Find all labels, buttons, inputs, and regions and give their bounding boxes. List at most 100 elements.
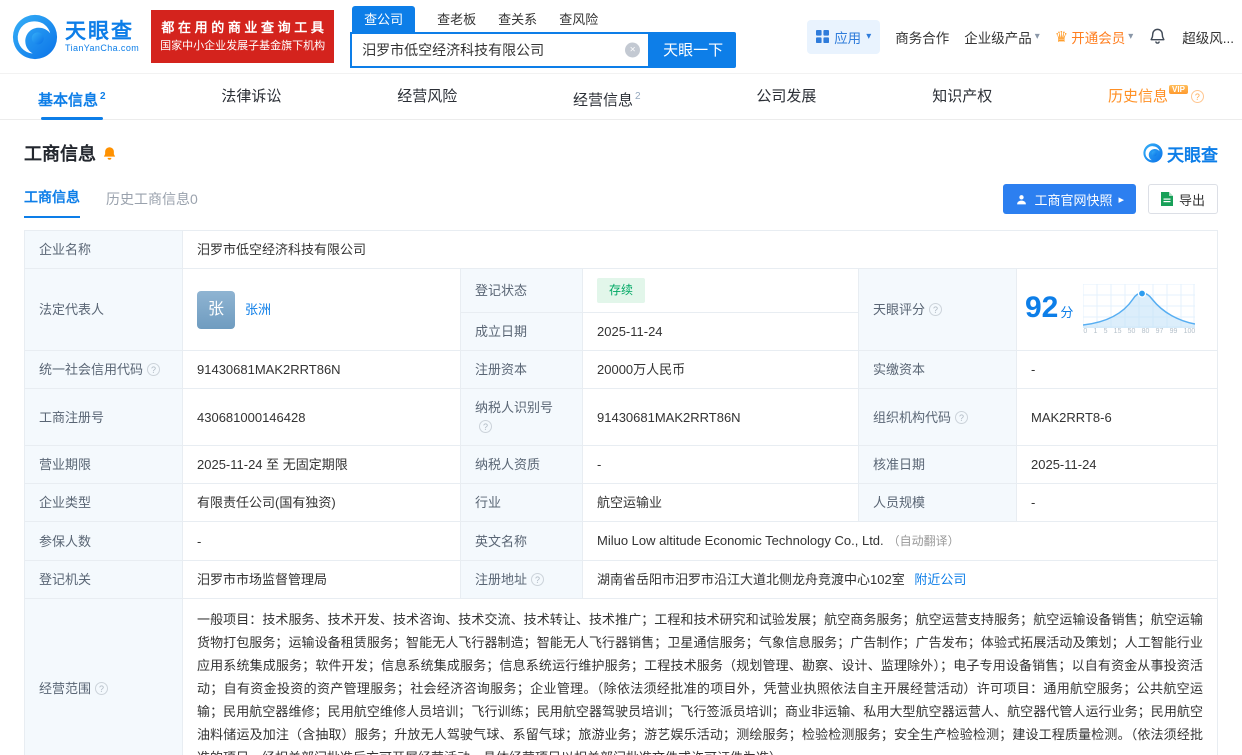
help-icon[interactable]: ? bbox=[147, 363, 161, 376]
company-name-label: 企业名称 bbox=[24, 230, 183, 269]
header-nav: 应用 ▾ 商务合作 企业级产品 ▾ ♛ 开通会员 ▾ 超级风... bbox=[807, 19, 1234, 54]
search-tab-company[interactable]: 查公司 bbox=[352, 5, 416, 32]
legal-rep-cell: 张 张洲 bbox=[182, 268, 461, 351]
clear-search-icon[interactable]: × bbox=[625, 42, 641, 57]
table-row: 营业期限 2025-11-24 至 无固定期限 纳税人资质 - 核准日期 202… bbox=[24, 445, 1218, 484]
tab-legal-litigation[interactable]: 法律诉讼 bbox=[221, 74, 281, 119]
table-row: 企业名称 汨罗市低空经济科技有限公司 bbox=[24, 230, 1218, 269]
tab-basic-info-label: 基本信息 bbox=[38, 92, 99, 109]
table-row: 企业类型 有限责任公司(国有独资) 行业 航空运输业 人员规模 - bbox=[24, 483, 1218, 522]
approval-date-value: 2025-11-24 bbox=[1016, 445, 1218, 484]
official-snapshot-button[interactable]: 工商官网快照 ▸ bbox=[1003, 184, 1136, 214]
promo-banner: 都 在 用 的 商 业 查 询 工 具 国家中小企业发展子基金旗下机构 bbox=[151, 9, 335, 64]
tab-company-development-label: 公司发展 bbox=[756, 88, 817, 105]
address-label: 注册地址? bbox=[460, 560, 583, 599]
announcement-bell-icon[interactable] bbox=[102, 146, 117, 161]
nav-super-risk[interactable]: 超级风... bbox=[1182, 27, 1234, 47]
status-badge: 存续 bbox=[597, 278, 646, 303]
top-header: 天眼查 TianYanCha.com 都 在 用 的 商 业 查 询 工 具 国… bbox=[0, 0, 1242, 74]
scope-label: 经营范围? bbox=[24, 598, 183, 755]
nearby-companies-link[interactable]: 附近公司 bbox=[914, 572, 966, 587]
tab-count-badge: 2 bbox=[635, 91, 641, 102]
search-tab-risk[interactable]: 查风险 bbox=[559, 6, 598, 32]
help-icon[interactable]: ? bbox=[1190, 90, 1204, 103]
logo-title: 天眼查 bbox=[65, 19, 134, 43]
score-unit: 分 bbox=[1060, 304, 1074, 320]
en-name-value: Miluo Low altitude Economic Technology C… bbox=[597, 533, 884, 548]
nav-apps[interactable]: 应用 ▾ bbox=[807, 19, 881, 54]
help-icon[interactable]: ? bbox=[95, 682, 109, 695]
tab-operation-info[interactable]: 经营信息 2 bbox=[573, 74, 641, 119]
industry-value: 航空运输业 bbox=[582, 483, 859, 522]
legal-rep-label: 法定代表人 bbox=[24, 268, 183, 351]
reg-authority-label: 登记机关 bbox=[24, 560, 183, 599]
insured-label: 参保人数 bbox=[24, 521, 183, 561]
tab-legal-litigation-label: 法律诉讼 bbox=[221, 88, 282, 105]
staff-size-value: - bbox=[1016, 483, 1218, 522]
tab-operation-risk[interactable]: 经营风险 bbox=[397, 74, 457, 119]
bell-icon bbox=[1150, 28, 1165, 44]
nav-open-vip-label: 开通会员 bbox=[1071, 30, 1126, 46]
main-content: 工商信息 天眼查 工商信息 历史工商信息0 工商官网快照 ▸ 导出 企业名称 汨… bbox=[0, 140, 1242, 755]
tianyancha-logo[interactable]: 天眼查 TianYanCha.com bbox=[12, 14, 139, 60]
table-row: 统一社会信用代码? 91430681MAK2RRT86N 注册资本 20000万… bbox=[24, 350, 1218, 389]
search-tab-relation[interactable]: 查关系 bbox=[498, 6, 537, 32]
search-button[interactable]: 天眼一下 bbox=[650, 31, 737, 68]
company-type-label: 企业类型 bbox=[24, 483, 183, 522]
tab-operation-info-label: 经营信息 bbox=[573, 92, 634, 109]
tab-count-badge: 2 bbox=[100, 91, 106, 102]
export-button[interactable]: 导出 bbox=[1147, 184, 1218, 214]
subtab-history-business-info[interactable]: 历史工商信息0 bbox=[106, 189, 198, 218]
notification-bell[interactable] bbox=[1148, 27, 1167, 46]
reg-no-value: 430681000146428 bbox=[182, 388, 461, 446]
industry-label: 行业 bbox=[460, 483, 583, 522]
reg-status-label: 登记状态 bbox=[460, 268, 583, 313]
en-name-label: 英文名称 bbox=[460, 521, 583, 561]
export-label: 导出 bbox=[1178, 192, 1205, 208]
taxpayer-id-label: 纳税人识别号? bbox=[460, 388, 583, 446]
promo-line1: 都 在 用 的 商 业 查 询 工 具 bbox=[161, 19, 324, 35]
search-tab-boss[interactable]: 查老板 bbox=[437, 6, 476, 32]
legal-rep-link[interactable]: 张洲 bbox=[245, 300, 271, 319]
score-value: 92 bbox=[1025, 290, 1059, 324]
score-axis: 0 1 5 15 50 80 97 99 100 bbox=[1083, 327, 1196, 335]
search-input[interactable] bbox=[350, 31, 651, 68]
term-label: 营业期限 bbox=[24, 445, 183, 484]
nav-open-vip[interactable]: ♛ 开通会员 ▾ bbox=[1055, 27, 1133, 47]
term-value: 2025-11-24 至 无固定期限 bbox=[182, 445, 461, 484]
help-icon[interactable]: ? bbox=[929, 303, 943, 316]
reg-capital-label: 注册资本 bbox=[460, 350, 583, 389]
staff-size-label: 人员规模 bbox=[858, 483, 1017, 522]
address-value: 湖南省岳阳市汨罗市沿江大道北侧龙舟竞渡中心102室 bbox=[597, 572, 905, 587]
en-name-cell: Miluo Low altitude Economic Technology C… bbox=[582, 521, 1218, 561]
vip-badge: VIP bbox=[1169, 85, 1188, 94]
nav-cooperation[interactable]: 商务合作 bbox=[895, 27, 949, 47]
table-row: 登记机关 汨罗市市场监督管理局 注册地址? 湖南省岳阳市汨罗市沿江大道北侧龙舟竞… bbox=[24, 560, 1218, 599]
export-doc-icon bbox=[1160, 192, 1173, 206]
avatar[interactable]: 张 bbox=[197, 290, 235, 329]
reg-authority-value: 汨罗市市场监督管理局 bbox=[182, 560, 461, 599]
table-row: 经营范围? 一般项目：技术服务、技术开发、技术咨询、技术交流、技术转让、技术推广… bbox=[24, 598, 1218, 755]
help-icon[interactable]: ? bbox=[531, 573, 545, 586]
org-code-value: MAK2RRT8-6 bbox=[1016, 388, 1218, 446]
logo-subtitle: TianYanCha.com bbox=[65, 43, 140, 54]
table-row: 工商注册号 430681000146428 纳税人识别号? 91430681MA… bbox=[24, 388, 1218, 446]
taxpayer-id-value: 91430681MAK2RRT86N bbox=[582, 388, 859, 446]
watermark-logo-icon bbox=[1143, 143, 1163, 163]
tab-basic-info[interactable]: 基本信息 2 bbox=[38, 74, 106, 119]
tab-intellectual-property[interactable]: 知识产权 bbox=[932, 74, 992, 119]
taxpayer-quali-value: - bbox=[582, 445, 859, 484]
score-cell: 92 分 0 1 5 15 50 80 97 99 100 bbox=[1016, 268, 1218, 351]
tab-operation-risk-label: 经营风险 bbox=[397, 88, 458, 105]
scope-value: 一般项目：技术服务、技术开发、技术咨询、技术交流、技术转让、技术推广；工程和技术… bbox=[197, 612, 1203, 755]
help-icon[interactable]: ? bbox=[955, 410, 969, 424]
tab-history-info[interactable]: 历史信息 VIP? bbox=[1108, 74, 1204, 119]
nav-enterprise-products[interactable]: 企业级产品 ▾ bbox=[964, 27, 1040, 47]
subtab-business-info[interactable]: 工商信息 bbox=[24, 187, 80, 218]
help-icon[interactable]: ? bbox=[479, 420, 492, 433]
tab-history-info-label: 历史信息 bbox=[1108, 88, 1169, 105]
tab-company-development[interactable]: 公司发展 bbox=[756, 74, 816, 119]
score-label: 天眼评分? bbox=[858, 268, 1017, 351]
reg-capital-value: 20000万人民币 bbox=[582, 350, 859, 389]
chevron-down-icon: ▾ bbox=[866, 31, 872, 42]
